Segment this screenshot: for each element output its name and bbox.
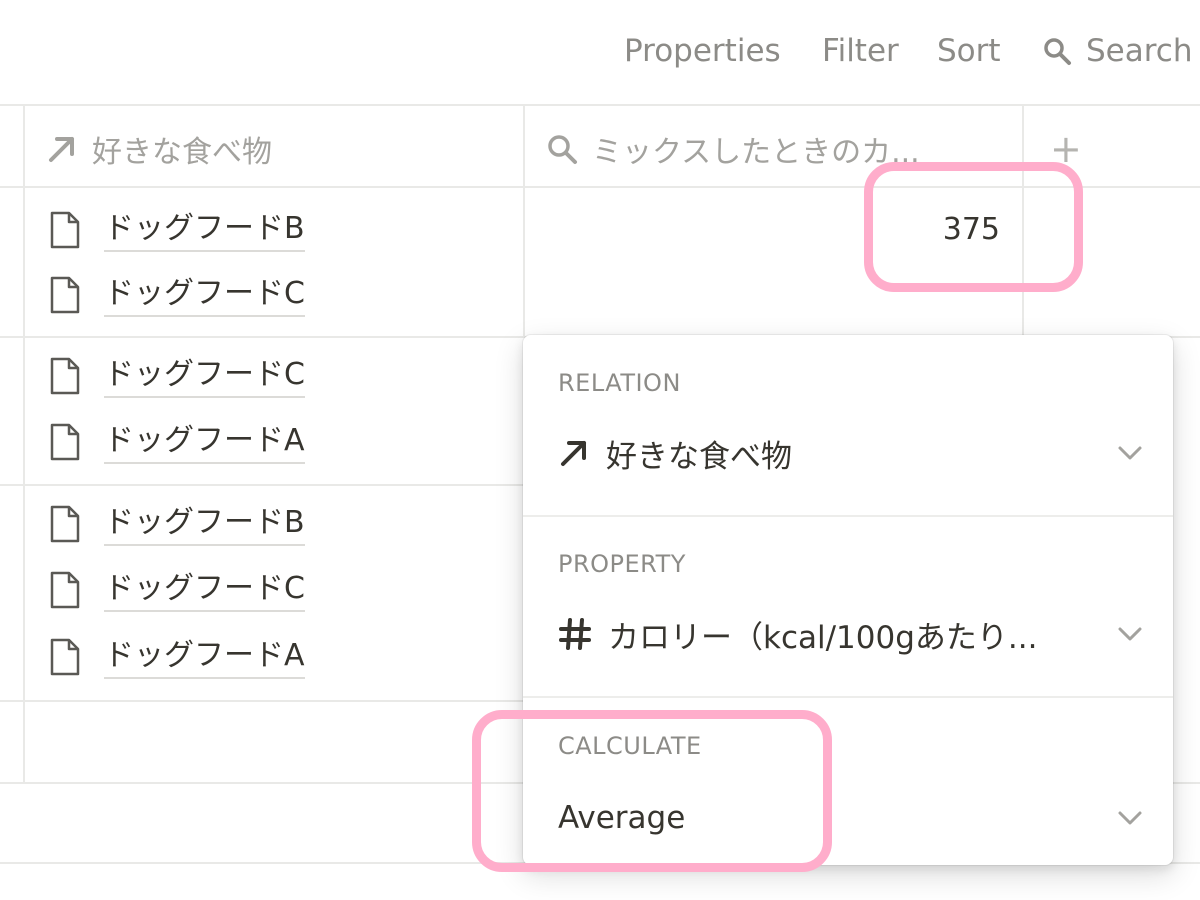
- relation-item[interactable]: ドッグフードC: [48, 353, 305, 399]
- relation-section-label: RELATION: [558, 369, 681, 397]
- relation-item-title: ドッグフードB: [104, 209, 305, 252]
- search-label: Search: [1086, 33, 1193, 69]
- calculate-section-label: CALCULATE: [558, 732, 702, 760]
- search-icon: [546, 133, 578, 165]
- sort-button[interactable]: Sort: [937, 30, 1001, 72]
- relation-item[interactable]: ドッグフードC: [48, 567, 305, 613]
- chevron-down-icon: [1117, 626, 1143, 642]
- filter-button[interactable]: Filter: [822, 30, 899, 72]
- arrow-up-right-icon: [558, 437, 590, 469]
- relation-item[interactable]: ドッグフードB: [48, 207, 305, 253]
- page-icon: [48, 504, 82, 544]
- relation-select-value: 好きな食べ物: [606, 438, 792, 475]
- page-icon: [48, 356, 82, 396]
- relation-item-title: ドッグフードC: [104, 355, 305, 398]
- chevron-down-icon: [1117, 810, 1143, 826]
- search-icon: [1042, 36, 1072, 66]
- chevron-down-icon: [1117, 445, 1143, 461]
- relation-item[interactable]: ドッグフードA: [48, 634, 305, 680]
- rollup-config-popup: RELATION 好きな食べ物 PROPERTY カロリー（kcal/100gあ…: [523, 335, 1173, 865]
- column-header-rollup[interactable]: ミックスしたときのカ...: [546, 125, 920, 173]
- relation-item[interactable]: ドッグフードB: [48, 501, 305, 547]
- hash-icon: [558, 617, 592, 651]
- arrow-up-right-icon: [46, 133, 78, 165]
- page-icon: [48, 570, 82, 610]
- popup-divider: [523, 515, 1173, 517]
- column-header-relation-label: 好きな食べ物: [92, 135, 272, 170]
- calculate-select[interactable]: Average: [558, 794, 1143, 842]
- column-header-rollup-label: ミックスしたときのカ...: [592, 135, 920, 170]
- relation-item[interactable]: ドッグフードA: [48, 419, 305, 465]
- page-icon: [48, 275, 82, 315]
- calculate-select-value: Average: [558, 800, 686, 836]
- relation-item[interactable]: ドッグフードC: [48, 272, 305, 318]
- column-header-relation[interactable]: 好きな食べ物: [46, 125, 272, 173]
- popup-divider: [523, 696, 1173, 698]
- search-button[interactable]: Search: [1042, 30, 1193, 72]
- page-icon: [48, 422, 82, 462]
- add-column-button[interactable]: +: [1050, 125, 1082, 173]
- page-icon: [48, 637, 82, 677]
- property-select-value: カロリー（kcal/100gあたり...: [608, 619, 1038, 656]
- rollup-value[interactable]: 375: [900, 209, 1000, 251]
- properties-button[interactable]: Properties: [624, 30, 781, 72]
- property-section-label: PROPERTY: [558, 550, 686, 578]
- page-icon: [48, 210, 82, 250]
- relation-item-title: ドッグフードA: [104, 636, 305, 679]
- relation-item-title: ドッグフードA: [104, 421, 305, 464]
- relation-item-title: ドッグフードC: [104, 569, 305, 612]
- relation-item-title: ドッグフードB: [104, 503, 305, 546]
- relation-item-title: ドッグフードC: [104, 274, 305, 317]
- relation-select[interactable]: 好きな食べ物: [558, 429, 1143, 477]
- property-select[interactable]: カロリー（kcal/100gあたり...: [558, 610, 1143, 658]
